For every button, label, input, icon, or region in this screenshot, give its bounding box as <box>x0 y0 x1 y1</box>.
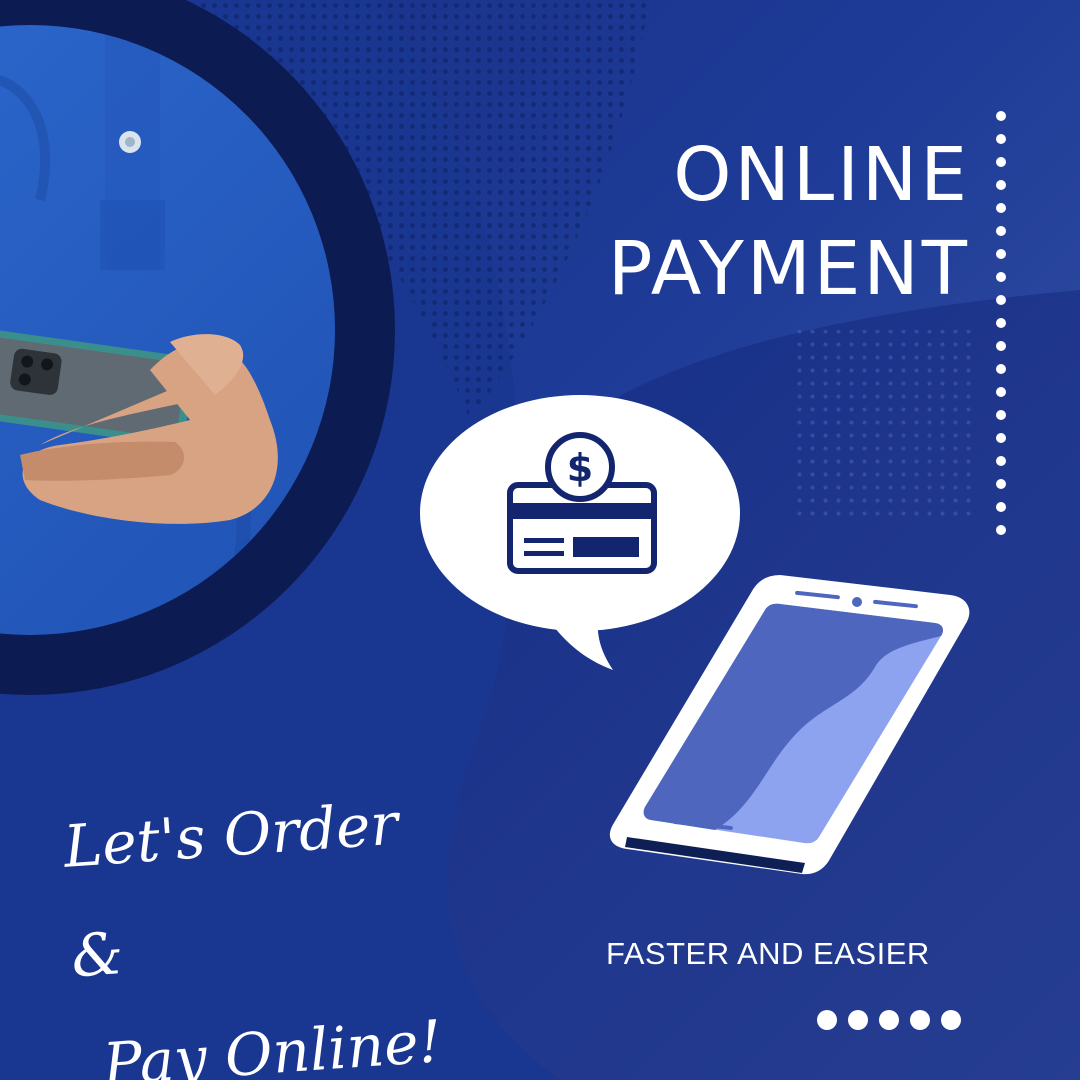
poster: ONLINE PAYMENT $ Let's Order & Pay Onlin… <box>0 0 1080 1080</box>
smartphone-icon <box>609 575 970 875</box>
headline: ONLINE PAYMENT <box>608 128 970 316</box>
headline-line-1: ONLINE <box>673 132 970 218</box>
vertical-dot-divider <box>996 111 1006 535</box>
horizontal-dot-row <box>817 1010 961 1030</box>
subtitle: FASTER AND EASIER <box>606 936 930 971</box>
coin-symbol: $ <box>567 446 593 490</box>
headline-line-2: PAYMENT <box>607 226 970 312</box>
tagline-line-1: Let's Order & <box>61 789 401 991</box>
dollar-coin-icon: $ <box>545 432 615 502</box>
tagline: Let's Order & Pay Online! <box>60 764 482 1080</box>
